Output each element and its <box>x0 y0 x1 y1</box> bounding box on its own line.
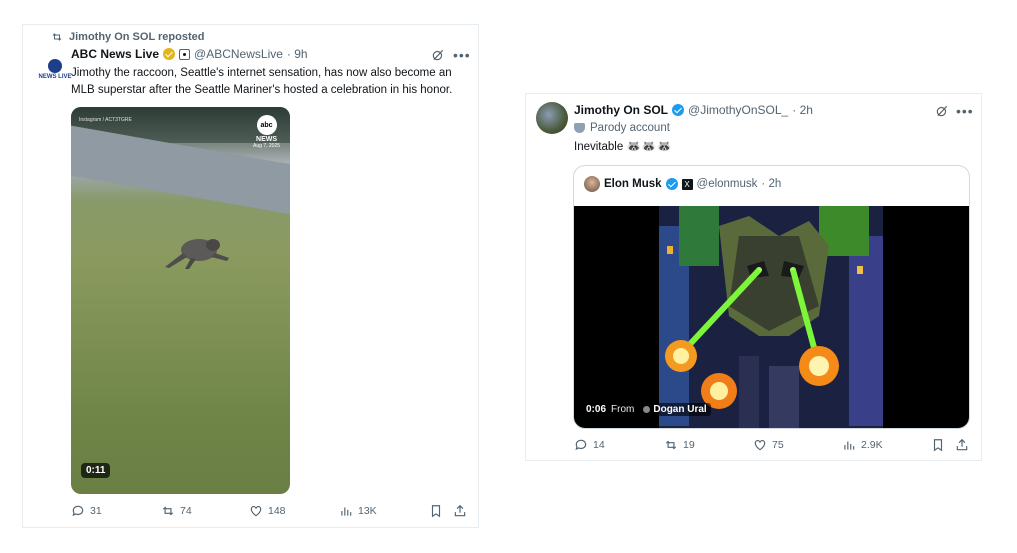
reply-button[interactable]: 14 <box>574 438 605 452</box>
video-timestamp: 0:06 <box>586 404 607 415</box>
quoted-author-handle[interactable]: @elonmusk <box>697 178 758 190</box>
avatar-text: NEWS LIVE <box>38 73 72 80</box>
video-source-link[interactable]: Dogan Ural <box>639 403 711 416</box>
quoted-author-name[interactable]: Elon Musk <box>604 178 662 190</box>
like-button[interactable]: 148 <box>249 504 286 518</box>
grok-icon[interactable] <box>935 104 949 118</box>
reply-count: 31 <box>90 505 102 517</box>
like-button[interactable]: 75 <box>753 438 784 452</box>
abc-news-post-card[interactable]: Jimothy On SOL reposted NEWS LIVE ABC Ne… <box>22 24 479 528</box>
post-text-line-1: Jimothy the raccoon, Seattle's internet … <box>71 67 452 79</box>
source-avatar-icon <box>643 406 651 413</box>
post-text-main: Inevitable <box>574 141 624 153</box>
parody-text: Parody account <box>590 122 670 134</box>
bookmark-icon <box>431 505 441 518</box>
views-chart-icon <box>341 507 352 516</box>
more-options-icon[interactable]: ••• <box>453 48 471 62</box>
abc-watermark: abc NEWS Aug 7, 2025 <box>253 115 280 149</box>
post-text: Jimothy the raccoon, Seattle's internet … <box>71 65 471 99</box>
bookmark-icon <box>933 439 943 452</box>
video-duration-badge: 0:11 <box>81 463 111 478</box>
author-handle[interactable]: @ABCNewsLive <box>194 47 283 61</box>
more-options-icon[interactable]: ••• <box>956 104 974 118</box>
quoted-post[interactable]: Elon Musk X @elonmusk · 2h 0:06 From Dog… <box>573 165 970 429</box>
abc-logo: abc <box>256 115 277 135</box>
affiliate-badge-icon[interactable] <box>179 48 191 60</box>
verified-gold-icon[interactable] <box>163 48 176 60</box>
post-text: Inevitable 🦝🦝🦝 <box>574 139 672 156</box>
raccoon-video[interactable]: Instagram / ACT3TGRE abc NEWS Aug 7, 202… <box>71 107 290 494</box>
post-header: ABC News Live @ABCNewsLive · 9h <box>71 47 308 61</box>
repost-label[interactable]: Jimothy On SOL reposted <box>69 31 205 43</box>
views-chart-icon <box>844 441 855 450</box>
share-button[interactable] <box>955 438 969 452</box>
verified-blue-icon[interactable] <box>665 178 678 190</box>
jimothy-avatar[interactable] <box>536 102 568 134</box>
video-caption: 0:06 From Dogan Ural <box>586 403 711 416</box>
quoted-post-time[interactable]: · 2h <box>761 178 781 190</box>
repost-button[interactable]: 74 <box>161 504 192 518</box>
from-label: From <box>611 404 635 415</box>
repost-indicator: Jimothy On SOL reposted <box>51 31 205 43</box>
grok-icon[interactable] <box>431 48 445 62</box>
share-button[interactable] <box>453 504 467 518</box>
post-header: Jimothy On SOL @JimothyOnSOL_ · 2h <box>574 103 813 117</box>
repost-count: 74 <box>180 505 192 517</box>
quoted-video[interactable]: 0:06 From Dogan Ural <box>574 206 969 428</box>
parody-mask-icon <box>574 123 585 133</box>
like-count: 75 <box>772 439 784 451</box>
reply-icon <box>575 439 587 451</box>
jimothy-post-card[interactable]: Jimothy On SOL @JimothyOnSOL_ · 2h ••• P… <box>525 93 982 461</box>
elon-avatar[interactable] <box>584 176 600 192</box>
video-date: Aug 7, 2025 <box>253 143 280 149</box>
repost-count: 19 <box>683 439 695 451</box>
parody-label: Parody account <box>574 122 670 134</box>
views-count: 2.9K <box>861 439 883 451</box>
abc-news-avatar[interactable]: NEWS LIVE <box>35 49 75 89</box>
bookmark-button[interactable] <box>429 504 443 518</box>
repost-icon <box>52 33 62 41</box>
quoted-post-header: Elon Musk X @elonmusk · 2h <box>584 176 781 192</box>
post-text-line-2: MLB superstar after the Seattle Mariner'… <box>71 84 453 96</box>
author-name[interactable]: ABC News Live <box>71 47 159 61</box>
repost-button[interactable]: 19 <box>664 438 695 452</box>
video-source-name: Dogan Ural <box>653 404 707 415</box>
raccoon-laser-artwork <box>659 206 883 428</box>
repost-action-icon <box>162 506 174 516</box>
views-count: 13K <box>358 505 377 517</box>
verified-blue-icon[interactable] <box>672 104 685 116</box>
views-button[interactable]: 2.9K <box>842 438 883 452</box>
author-handle[interactable]: @JimothyOnSOL_ <box>688 103 788 117</box>
abc-news-label: NEWS <box>256 136 278 143</box>
post-time[interactable]: · 2h <box>792 103 813 117</box>
repost-action-icon <box>665 440 677 450</box>
reply-button[interactable]: 31 <box>71 504 102 518</box>
share-icon <box>454 504 466 517</box>
reply-icon <box>72 505 84 517</box>
post-time[interactable]: · 9h <box>287 47 308 61</box>
x-badge-icon[interactable]: X <box>681 178 693 190</box>
raccoon-emojis: 🦝🦝🦝 <box>626 141 673 153</box>
author-name[interactable]: Jimothy On SOL <box>574 103 668 117</box>
bookmark-button[interactable] <box>931 438 945 452</box>
views-button[interactable]: 13K <box>339 504 377 518</box>
raccoon-figure <box>165 239 229 269</box>
heart-icon <box>754 440 766 451</box>
share-icon <box>956 438 968 451</box>
reply-count: 14 <box>593 439 605 451</box>
heart-icon <box>250 506 262 517</box>
like-count: 148 <box>268 505 286 517</box>
instagram-credit: Instagram / ACT3TGRE <box>79 117 132 123</box>
